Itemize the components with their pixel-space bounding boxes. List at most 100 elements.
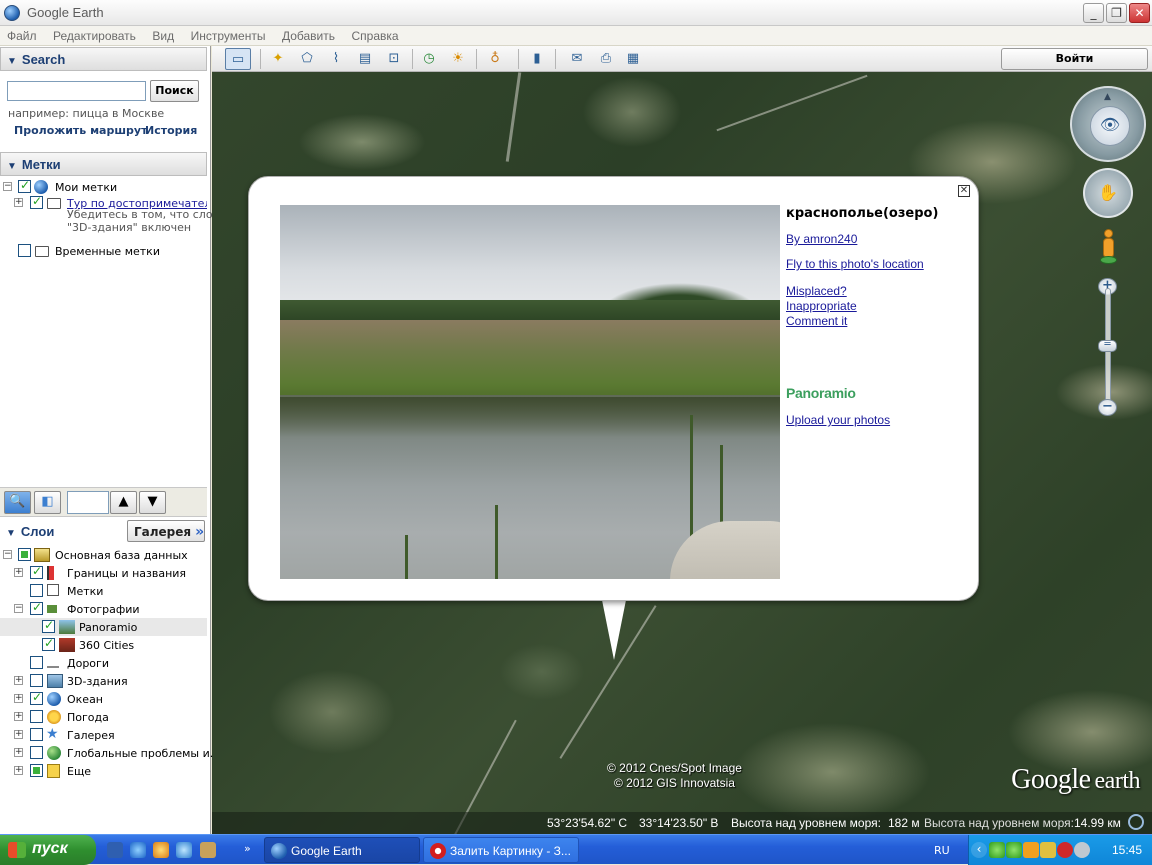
checkbox[interactable] [30,764,43,777]
menu-edit[interactable]: Редактировать [46,26,142,43]
minimize-button[interactable]: _ [1083,3,1104,23]
layer-row-weather[interactable]: + Погода [0,708,207,726]
layer-row-primary-db[interactable]: − Основная база данных [0,546,207,564]
author-link[interactable]: By amron240 [786,232,857,246]
search-button[interactable]: Поиск [150,80,199,102]
menu-tools[interactable]: Инструменты [184,26,272,43]
gallery-button[interactable]: Галерея» [127,520,205,542]
checkbox[interactable] [18,548,31,561]
collapse-icon[interactable]: − [14,604,23,613]
quicklaunch-more-icon[interactable]: » [244,842,260,858]
tray-clover2-icon[interactable] [1006,842,1022,858]
layer-row-panoramio[interactable]: Panoramio [0,618,207,636]
checkbox[interactable] [30,746,43,759]
layer-row-borders[interactable]: + Границы и названия [0,564,207,582]
menu-file[interactable]: Файл [0,26,43,43]
move-down-icon[interactable]: ▼ [139,491,166,514]
zoom-slider-knob[interactable]: ═ [1098,340,1117,352]
record-tour-icon[interactable]: ⊡ [381,48,407,70]
checkbox[interactable] [18,178,31,193]
places-panel-header[interactable]: ▼ Метки [0,152,207,176]
expand-icon[interactable]: + [14,676,23,685]
move-control-hand-icon[interactable]: ✋ [1083,168,1133,218]
maximize-button[interactable]: ❐ [1106,3,1127,23]
checkbox[interactable] [30,728,43,741]
tray-opera-icon[interactable] [1057,842,1073,858]
layer-row-3d-buildings[interactable]: + 3D-здания [0,672,207,690]
view-in-maps-icon[interactable]: ▦ [620,48,646,70]
layer-row-roads[interactable]: Дороги [0,654,207,672]
move-up-icon[interactable]: ▲ [110,491,137,514]
opacity-input[interactable] [67,491,109,514]
start-button[interactable]: пуск [0,835,96,865]
layer-row-places[interactable]: Метки [0,582,207,600]
upload-photos-link[interactable]: Upload your photos [786,413,890,427]
historical-imagery-icon[interactable]: ◷ [416,48,442,70]
checkbox[interactable] [30,194,43,209]
checkbox[interactable] [30,600,43,615]
checkbox[interactable] [30,564,43,579]
checkbox[interactable] [42,618,55,633]
panoramio-photo[interactable] [280,205,780,579]
menu-add[interactable]: Добавить [275,26,341,43]
internet-explorer-icon[interactable] [130,842,146,858]
checkbox[interactable] [42,636,55,651]
expand-icon[interactable]: + [14,766,23,775]
ruler-icon[interactable]: ▮ [524,48,550,70]
browser-icon[interactable] [153,842,169,858]
add-placemark-icon[interactable]: ✦ [265,48,291,70]
sidebar-toggle-icon[interactable]: ▭ [225,48,251,70]
menu-help[interactable]: Справка [345,26,405,43]
search-places-icon[interactable]: 🔍 [4,491,31,514]
tray-network-icon[interactable] [1040,842,1056,858]
layer-row-global-awareness[interactable]: + Глобальные проблемы и... [0,744,220,762]
sign-in-button[interactable]: Войти [1001,48,1148,70]
search-panel-header[interactable]: ▼ Search [0,47,207,71]
tray-expand-icon[interactable]: ‹ [971,842,987,858]
zoom-out-icon[interactable]: − [1098,399,1117,416]
expand-icon[interactable]: + [14,712,23,721]
planets-icon[interactable]: ♁ [482,48,508,70]
search-input[interactable] [7,81,146,101]
inappropriate-link[interactable]: Inappropriate [786,299,857,313]
layer-row-more[interactable]: + Еще [0,762,207,780]
panoramio-logo[interactable]: Panoramio [786,385,856,401]
expand-icon[interactable]: + [14,748,23,757]
street-view-pegman-icon[interactable] [1100,229,1117,267]
expand-icon[interactable]: + [14,198,23,207]
checkbox[interactable] [30,690,43,705]
directions-link[interactable]: Проложить маршрут [14,124,147,137]
collapse-icon[interactable]: − [3,182,12,191]
sunlight-icon[interactable]: ☀ [445,48,471,70]
panel-toggle-icon[interactable]: ◧ [34,491,61,514]
checkbox[interactable] [30,584,43,597]
add-polygon-icon[interactable]: ⬠ [294,48,320,70]
fly-to-link[interactable]: Fly to this photo's location [786,257,924,271]
layer-row-360cities[interactable]: 360 Cities [0,636,207,654]
layer-row-gallery[interactable]: + ★ Галерея [0,726,207,744]
close-button[interactable]: ✕ [1129,3,1150,23]
folder-quicklaunch-icon[interactable] [200,842,216,858]
collapse-icon[interactable]: − [3,550,12,559]
tray-clover-icon[interactable] [989,842,1005,858]
save-icon[interactable] [107,842,123,858]
look-control[interactable]: ▲ 👁 [1070,86,1146,162]
tray-volume-icon[interactable] [1074,842,1090,858]
ie-icon[interactable] [176,842,192,858]
print-icon[interactable]: ⎙ [593,48,619,70]
checkbox[interactable] [30,710,43,723]
tree-row-temporary-places[interactable]: Временные метки [0,242,207,260]
email-icon[interactable]: ✉ [564,48,590,70]
add-path-icon[interactable]: ⌇ [323,48,349,70]
tray-media-icon[interactable] [1023,842,1039,858]
layer-row-photos[interactable]: − Фотографии [0,600,207,618]
checkbox[interactable] [18,244,31,257]
checkbox[interactable] [30,674,43,687]
expand-icon[interactable]: + [14,694,23,703]
balloon-close-icon[interactable]: ✕ [958,185,970,197]
misplaced-link[interactable]: Misplaced? [786,284,847,298]
history-link[interactable]: История [145,124,197,137]
task-google-earth[interactable]: Google Earth [264,837,420,863]
layer-row-ocean[interactable]: + Океан [0,690,207,708]
add-overlay-icon[interactable]: ▤ [352,48,378,70]
